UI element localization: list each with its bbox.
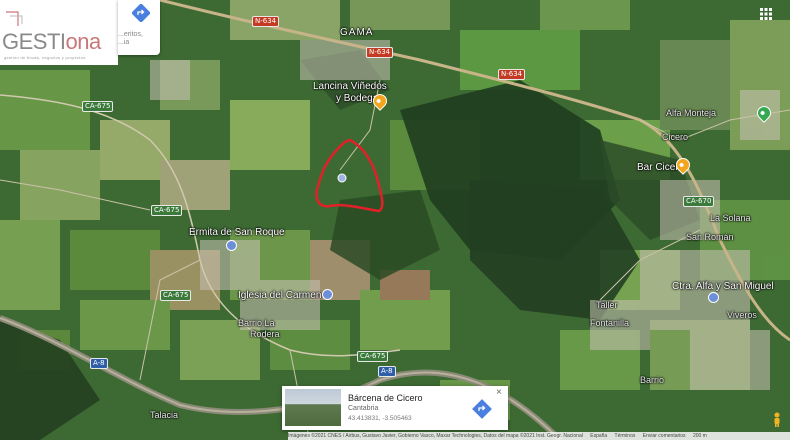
road-shield-a8: A-8 [378,366,396,377]
road-shield-ca670: CA-670 [683,196,715,207]
logo-wordmark: GESTIona [2,29,101,54]
satellite-map[interactable]: N-634 N-634 N-634 CA-675 CA-675 CA-675 C… [0,0,790,440]
place-label-sanroman: San Román [686,232,734,242]
church-pin-icon[interactable] [322,289,333,300]
terms-link[interactable]: Términos [615,433,636,439]
brand-logo: GESTIona gestión de fincas, negocios y p… [0,0,118,65]
road-shield-ca675: CA-675 [82,101,114,112]
place-region: Cantabria [348,405,379,412]
place-coordinates: 43.413831, -3.505463 [348,415,412,422]
business-pin-icon[interactable] [708,292,719,303]
road-shield-ca675: CA-675 [357,351,389,362]
search-card-snippet: ...eritos, ...ia [118,31,143,46]
place-label-ermita[interactable]: Ermita de San Roque [189,227,285,238]
place-label-barrio-bajo: Barrio [640,375,665,385]
directions-icon[interactable] [132,4,150,22]
street-view-pegman-icon[interactable] [772,412,782,428]
place-label-gama: GAMA [340,27,374,38]
road-shield-ca675: CA-675 [151,205,183,216]
directions-icon[interactable] [472,399,492,419]
place-label-fontanilla: Fontanilla [590,318,630,328]
imagery-credit: Imágenes ©2021 CNES / Airbus, Gustavo Ja… [288,433,583,439]
place-label-taller: Taller [596,300,618,310]
country-link[interactable]: España [590,433,607,439]
place-label-barrio: Barrio La [238,318,275,328]
road-shield-n634: N-634 [366,47,394,58]
place-label-iglesia[interactable]: Iglesia del Carmen [238,290,321,301]
place-label-barrio-line2: Rodera [250,329,280,339]
place-photo-thumbnail[interactable] [285,389,341,426]
logo-tagline: gestión de fincas, negocios y proyectos [4,55,86,60]
place-title[interactable]: Bárcena de Cicero [348,393,423,403]
map-attribution-bar: Imágenes ©2021 CNES / Airbus, Gustavo Ja… [288,432,790,440]
feedback-link[interactable]: Enviar comentarios [643,433,686,439]
place-label-lancina[interactable]: Lancina Viñedos [313,81,387,92]
place-search-card[interactable]: ...eritos, ...ia [118,0,160,55]
place-label-solana: La Solana [710,213,751,223]
place-label-viveros: Viveros [727,310,757,320]
scale-label[interactable]: 200 m [693,433,707,439]
road-shield-a8: A-8 [90,358,108,369]
place-label-ctra: Ctra. Alfa y San Miguel [672,281,774,292]
road-shield-n634: N-634 [252,16,280,27]
church-pin-icon[interactable] [226,240,237,251]
place-info-card[interactable]: Bárcena de Cicero Cantabria 43.413831, -… [282,386,508,430]
logo-mark-icon [6,11,23,26]
place-label-cicero: Cicero [662,132,689,142]
place-label-talacia: Talacia [150,410,179,420]
apps-grid-icon[interactable] [756,6,776,22]
place-label-alfa: Alfa Monteja [666,108,717,118]
close-button[interactable]: × [496,387,502,398]
road-shield-ca675: CA-675 [160,290,192,301]
road-shield-n634: N-634 [498,69,526,80]
